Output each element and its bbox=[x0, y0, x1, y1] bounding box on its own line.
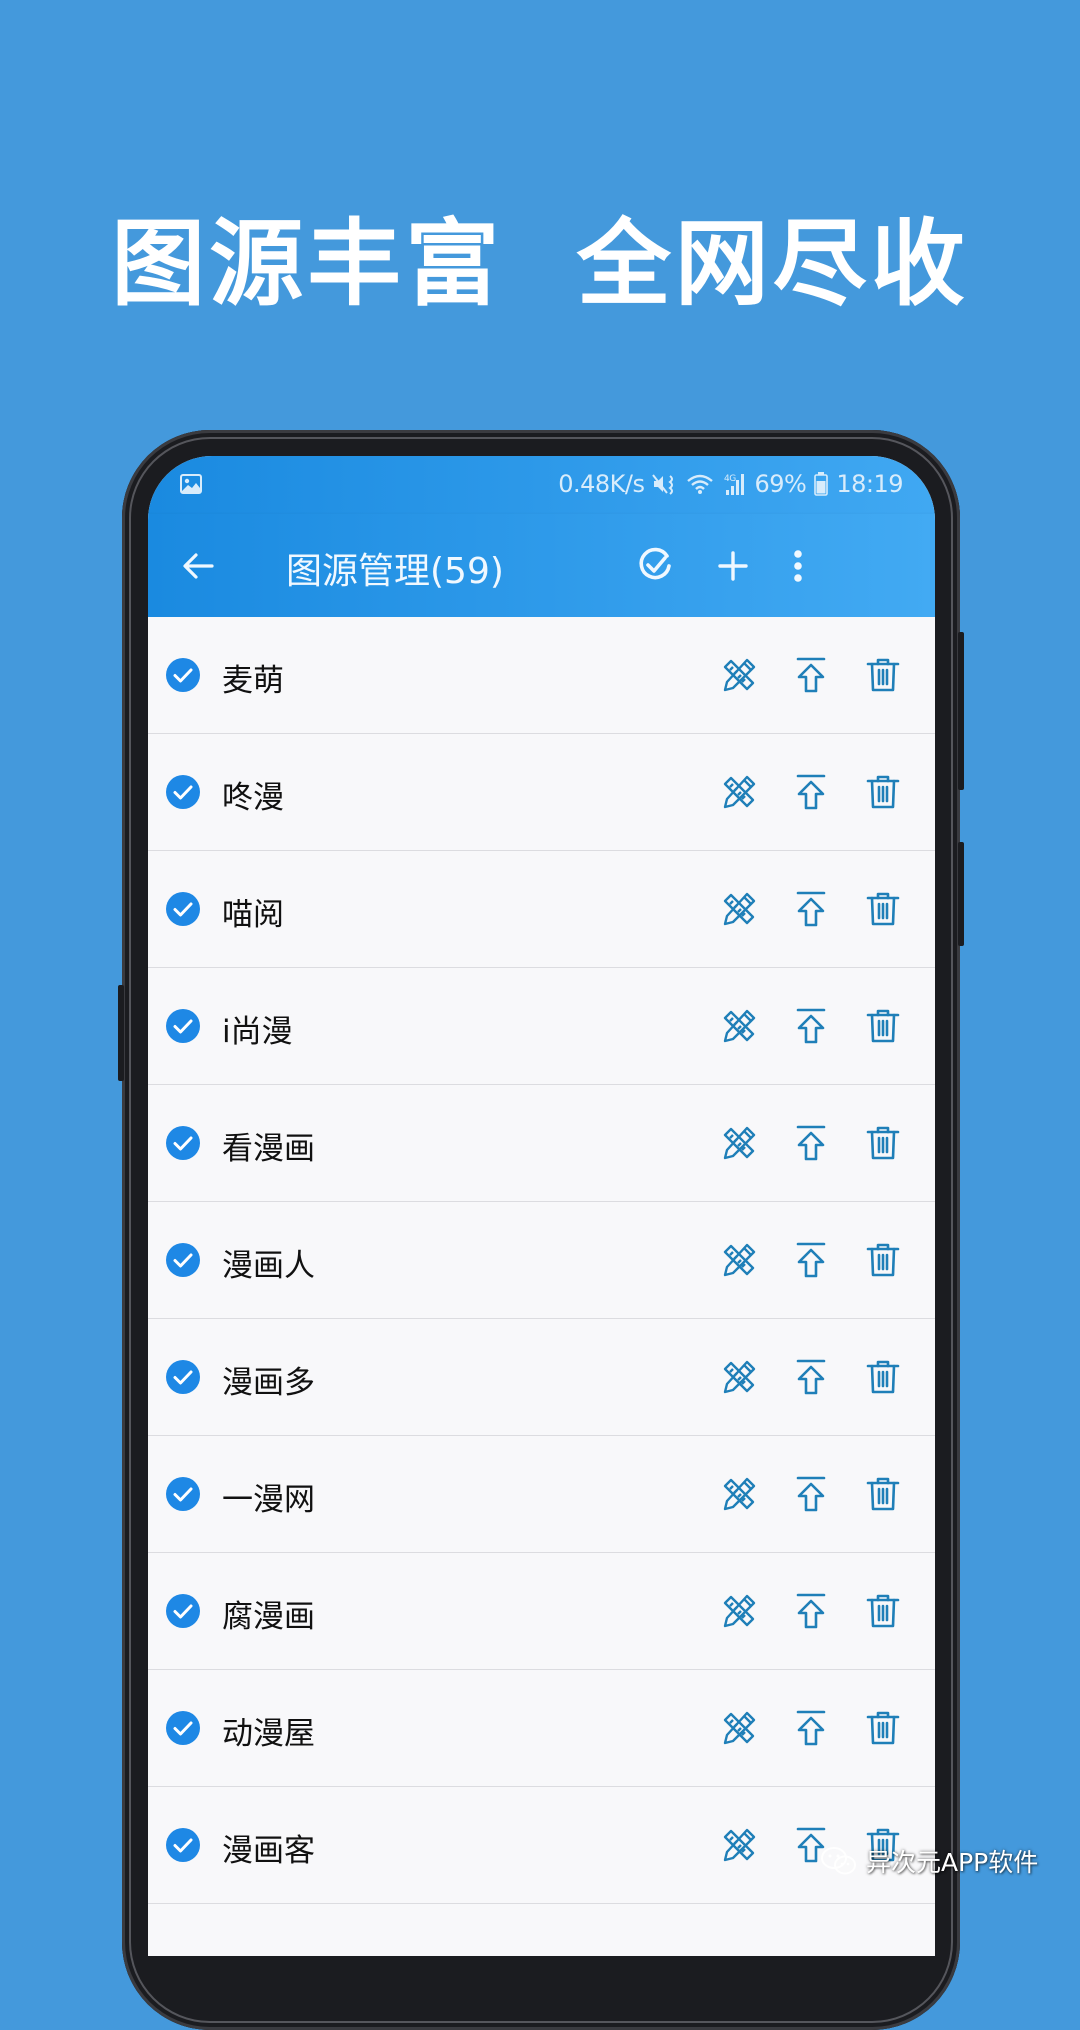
arrow-to-top-icon[interactable] bbox=[791, 1708, 831, 1748]
arrow-to-top-icon[interactable] bbox=[791, 1591, 831, 1631]
source-list-item[interactable]: 一漫网 bbox=[148, 1436, 935, 1553]
trash-icon[interactable] bbox=[863, 655, 903, 695]
source-name: 漫画客 bbox=[222, 1833, 315, 1869]
source-name: 漫画人 bbox=[222, 1248, 315, 1284]
pencil-ruler-icon[interactable] bbox=[719, 1240, 759, 1280]
arrow-to-top-icon[interactable] bbox=[791, 1240, 831, 1280]
pencil-ruler-icon[interactable] bbox=[719, 889, 759, 929]
source-name: 咚漫 bbox=[222, 780, 284, 816]
trash-icon[interactable] bbox=[863, 1357, 903, 1397]
trash-icon[interactable] bbox=[863, 1240, 903, 1280]
pencil-ruler-icon[interactable] bbox=[719, 655, 759, 695]
source-name: 一漫网 bbox=[222, 1482, 315, 1518]
pencil-ruler-icon[interactable] bbox=[719, 1591, 759, 1631]
checkbox-checked-icon[interactable] bbox=[165, 1476, 201, 1512]
pencil-ruler-icon[interactable] bbox=[719, 1123, 759, 1163]
plus-icon[interactable] bbox=[711, 544, 755, 588]
more-vertical-icon[interactable] bbox=[776, 544, 820, 588]
app-bar: 图源管理(59) bbox=[148, 514, 935, 617]
checkbox-checked-icon[interactable] bbox=[165, 774, 201, 810]
status-bar: 0.48K/s 4G 69% 18:19 bbox=[148, 456, 935, 514]
image-icon bbox=[180, 474, 202, 494]
trash-icon[interactable] bbox=[863, 889, 903, 929]
arrow-to-top-icon[interactable] bbox=[791, 772, 831, 812]
source-list: 麦萌 咚漫 喵阅 i尚漫 看漫画 漫画人 漫画多 一漫网 腐漫画 动漫屋 漫画客 bbox=[148, 617, 935, 1956]
pencil-ruler-icon[interactable] bbox=[719, 1825, 759, 1865]
source-name: 麦萌 bbox=[222, 663, 284, 699]
pencil-ruler-icon[interactable] bbox=[719, 1474, 759, 1514]
source-list-item[interactable]: 咚漫 bbox=[148, 734, 935, 851]
battery-icon bbox=[814, 472, 829, 496]
trash-icon[interactable] bbox=[863, 772, 903, 812]
checkbox-checked-icon[interactable] bbox=[165, 1008, 201, 1044]
source-name: 腐漫画 bbox=[222, 1599, 315, 1635]
source-list-item[interactable]: 看漫画 bbox=[148, 1085, 935, 1202]
pencil-ruler-icon[interactable] bbox=[719, 772, 759, 812]
source-list-item[interactable]: 漫画客 bbox=[148, 1787, 935, 1904]
arrow-to-top-icon[interactable] bbox=[791, 1006, 831, 1046]
mute-vibrate-icon bbox=[652, 474, 674, 495]
trash-icon[interactable] bbox=[863, 1474, 903, 1514]
checkbox-checked-icon[interactable] bbox=[165, 1242, 201, 1278]
phone-screen: 0.48K/s 4G 69% 18:19 图源管理(59) 麦萌 咚漫 喵阅 i… bbox=[148, 456, 935, 1956]
arrow-to-top-icon[interactable] bbox=[791, 889, 831, 929]
svg-text:4G: 4G bbox=[724, 474, 736, 484]
source-list-item[interactable]: 漫画人 bbox=[148, 1202, 935, 1319]
signal-4g-icon: 4G bbox=[724, 474, 745, 495]
source-name: 看漫画 bbox=[222, 1131, 315, 1167]
watermark: 异次元APP软件 bbox=[820, 1843, 1038, 1879]
checkbox-checked-icon[interactable] bbox=[165, 1593, 201, 1629]
checkbox-checked-icon[interactable] bbox=[165, 1827, 201, 1863]
source-list-item[interactable]: 麦萌 bbox=[148, 617, 935, 734]
trash-icon[interactable] bbox=[863, 1123, 903, 1163]
checkbox-checked-icon[interactable] bbox=[165, 1359, 201, 1395]
source-list-item[interactable]: 漫画多 bbox=[148, 1319, 935, 1436]
check-circle-icon[interactable] bbox=[633, 544, 677, 588]
wechat-icon bbox=[821, 1847, 856, 1875]
pencil-ruler-icon[interactable] bbox=[719, 1006, 759, 1046]
source-name: 喵阅 bbox=[222, 897, 284, 933]
pencil-ruler-icon[interactable] bbox=[719, 1708, 759, 1748]
source-name: 动漫屋 bbox=[222, 1716, 315, 1752]
checkbox-checked-icon[interactable] bbox=[165, 891, 201, 927]
source-name: 漫画多 bbox=[222, 1365, 315, 1401]
pencil-ruler-icon[interactable] bbox=[719, 1357, 759, 1397]
checkbox-checked-icon[interactable] bbox=[165, 657, 201, 693]
watermark-text: 异次元APP软件 bbox=[866, 1848, 1039, 1877]
source-list-item[interactable]: i尚漫 bbox=[148, 968, 935, 1085]
source-list-item-partial bbox=[148, 1904, 935, 1956]
checkbox-checked-icon[interactable] bbox=[165, 1710, 201, 1746]
trash-icon[interactable] bbox=[863, 1708, 903, 1748]
net-speed: 0.48K/s bbox=[558, 470, 645, 498]
phone-volume-button bbox=[958, 632, 964, 790]
page-title: 图源管理(59) bbox=[286, 551, 504, 592]
banner-headline: 图源丰富 全网尽收 bbox=[111, 210, 969, 319]
arrow-to-top-icon[interactable] bbox=[791, 655, 831, 695]
source-list-item[interactable]: 动漫屋 bbox=[148, 1670, 935, 1787]
arrow-left-icon[interactable] bbox=[178, 546, 218, 586]
phone-side-button-left bbox=[118, 985, 124, 1081]
clock: 18:19 bbox=[836, 470, 903, 498]
arrow-to-top-icon[interactable] bbox=[791, 1357, 831, 1397]
source-list-item[interactable]: 喵阅 bbox=[148, 851, 935, 968]
trash-icon[interactable] bbox=[863, 1006, 903, 1046]
battery-percent: 69% bbox=[754, 470, 807, 498]
source-name: i尚漫 bbox=[222, 1014, 293, 1050]
arrow-to-top-icon[interactable] bbox=[791, 1123, 831, 1163]
checkbox-checked-icon[interactable] bbox=[165, 1125, 201, 1161]
arrow-to-top-icon[interactable] bbox=[791, 1474, 831, 1514]
phone-power-button bbox=[958, 842, 964, 946]
source-list-item[interactable]: 腐漫画 bbox=[148, 1553, 935, 1670]
trash-icon[interactable] bbox=[863, 1591, 903, 1631]
wifi-icon bbox=[687, 474, 714, 494]
